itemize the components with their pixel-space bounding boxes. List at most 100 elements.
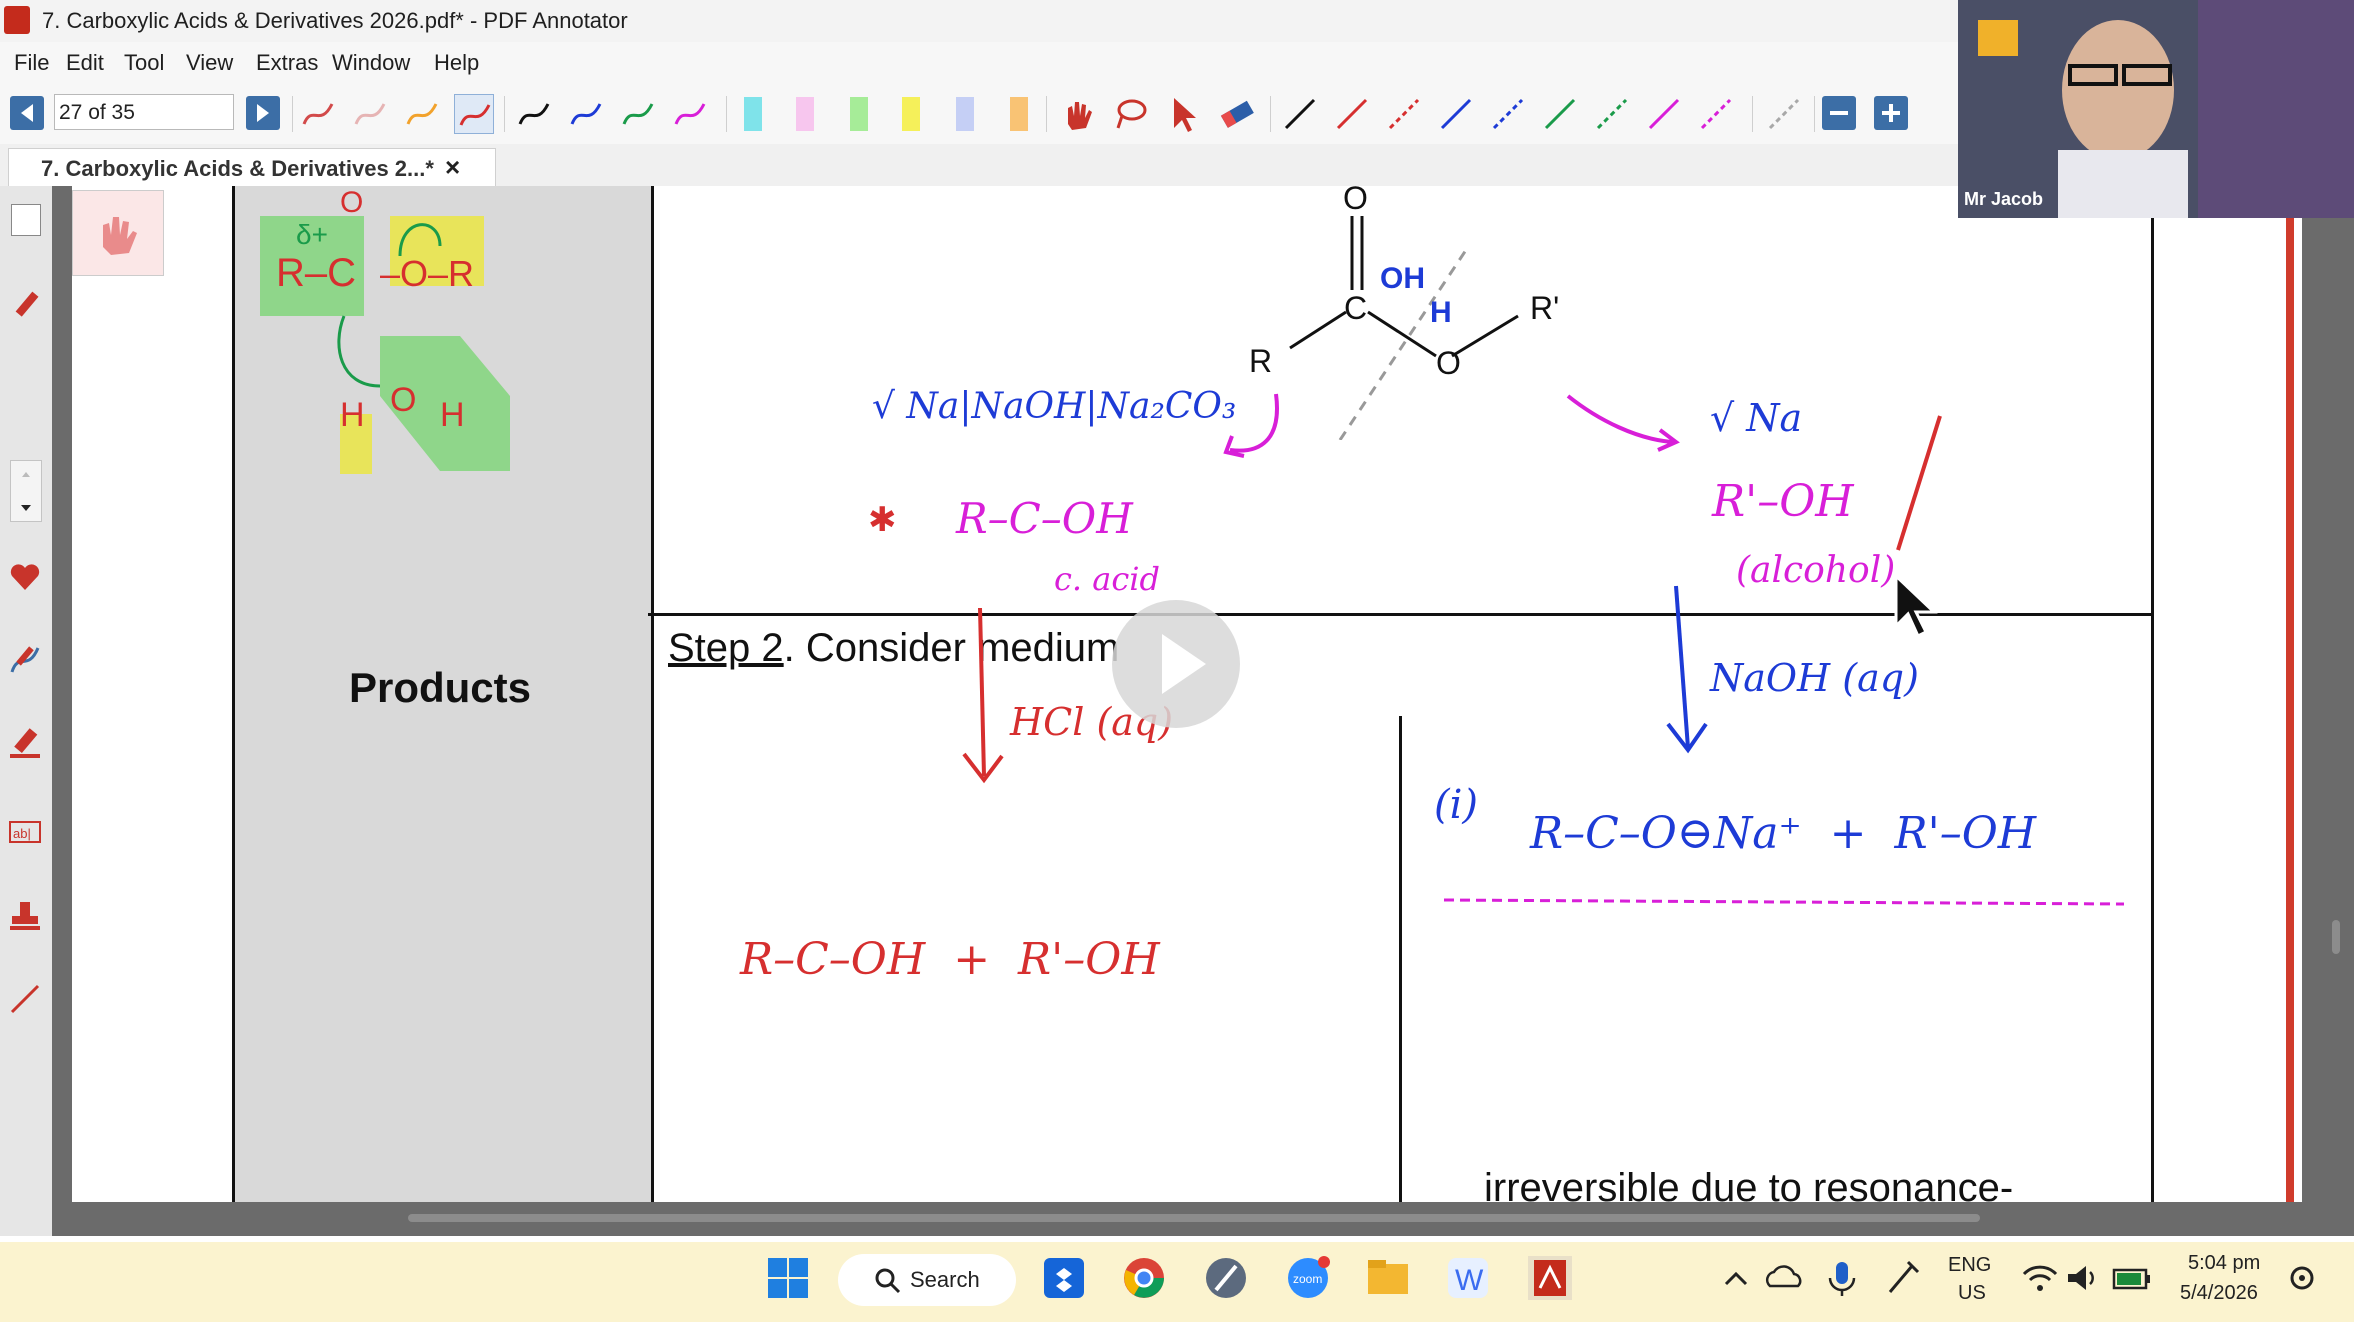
minus-icon [1830, 111, 1848, 115]
line-magenta-icon[interactable] [1644, 94, 1684, 134]
windows-start-icon[interactable] [764, 1254, 812, 1302]
acid-products-annotation: R–C–OH + R'–OH [740, 934, 1160, 985]
menu-view[interactable]: View [186, 50, 233, 76]
webcam-overlay: Mr Jacob [1958, 0, 2354, 218]
text-box-icon[interactable]: ab| [8, 814, 42, 848]
pen-orange-icon[interactable] [402, 94, 442, 134]
highlighter-yellow-icon[interactable] [902, 97, 920, 131]
line-green-dashed-icon[interactable] [1592, 94, 1632, 134]
previous-page-button[interactable] [10, 96, 44, 130]
menu-file[interactable]: File [14, 50, 49, 76]
volume-icon[interactable] [2060, 1254, 2108, 1302]
onedrive-icon[interactable] [1760, 1254, 1808, 1302]
menu-help[interactable]: Help [434, 50, 479, 76]
svg-text:O: O [390, 381, 416, 419]
clock-time[interactable]: 5:04 pm [2188, 1252, 2260, 1275]
webcam-video [1958, 0, 2354, 218]
stamp-icon[interactable] [8, 898, 42, 932]
hand-tool-icon[interactable] [1058, 94, 1098, 134]
chrome-icon[interactable] [1120, 1254, 1168, 1302]
menu-edit[interactable]: Edit [66, 50, 104, 76]
ester-carbon: C [1344, 290, 1368, 326]
lasso-icon[interactable] [1110, 94, 1150, 134]
feather-app-icon[interactable] [1202, 1254, 1250, 1302]
participant-name: Mr Jacob [1964, 189, 2044, 209]
mouse-cursor-icon [1894, 574, 1938, 639]
chevron-up-icon[interactable] [1712, 1254, 1760, 1302]
svg-text:H: H [340, 396, 365, 434]
highlighter-orange-icon[interactable] [1010, 97, 1028, 131]
menu-window[interactable]: Window [332, 50, 410, 76]
pen-menu-icon[interactable] [1878, 1254, 1926, 1302]
battery-icon[interactable] [2108, 1254, 2156, 1302]
pdf-annotator-taskbar-icon[interactable] [1526, 1254, 1574, 1302]
windows-taskbar: Search zoom W ENG US 5:04 pm 5/4/2026 [0, 1242, 2354, 1322]
zoom-out-button[interactable] [1822, 96, 1856, 130]
pen-green-icon[interactable] [618, 94, 658, 134]
page-number-field[interactable]: 27 of 35 [54, 94, 234, 130]
pen-magenta-icon[interactable] [670, 94, 710, 134]
word-app-icon[interactable]: W [1444, 1254, 1492, 1302]
arrow-line-icon[interactable] [8, 982, 42, 1016]
line-green-icon[interactable] [1540, 94, 1580, 134]
pencil-icon[interactable] [8, 288, 42, 322]
pen-light-icon[interactable] [350, 94, 390, 134]
window-title: 7. Carboxylic Acids & Derivatives 2026.p… [42, 8, 628, 33]
toolbar-divider [1814, 96, 1815, 132]
highlighter-lavender-icon[interactable] [956, 97, 974, 131]
video-play-button[interactable] [1112, 600, 1240, 728]
page-thumbnail[interactable] [72, 190, 164, 276]
heart-icon[interactable] [8, 560, 42, 594]
pen-blue-icon[interactable] [566, 94, 606, 134]
language-indicator-top[interactable]: ENG [1948, 1254, 1991, 1277]
menu-tool[interactable]: Tool [124, 50, 164, 76]
highlighter-green-icon[interactable] [850, 97, 868, 131]
eraser-icon[interactable] [1216, 94, 1256, 134]
wifi-icon[interactable] [2016, 1254, 2064, 1302]
left-tool-strip: ab| [0, 186, 52, 1236]
language-indicator-bottom[interactable]: US [1958, 1282, 1986, 1305]
svg-text:W: W [1455, 1264, 1484, 1297]
line-grey-dashed-icon[interactable] [1764, 94, 1804, 134]
toolbar-divider [292, 96, 293, 132]
notifications-gear-icon[interactable] [2278, 1254, 2326, 1302]
line-blue-icon[interactable] [1436, 94, 1476, 134]
microphone-icon[interactable] [1818, 1254, 1866, 1302]
pen-red-selected-icon[interactable] [454, 94, 494, 134]
pen-black-icon[interactable] [514, 94, 554, 134]
h-annotation: H [1430, 296, 1452, 329]
dropbox-icon[interactable] [1040, 1254, 1088, 1302]
zoom-icon[interactable]: zoom [1284, 1254, 1332, 1302]
horizontal-scrollbar[interactable] [408, 1214, 1980, 1222]
mechanism-sketch: R–C –O–R O δ+ H O H [260, 186, 510, 474]
marker-icon[interactable] [8, 726, 42, 760]
menu-extras[interactable]: Extras [256, 50, 318, 76]
side-scroll-control[interactable] [10, 460, 42, 522]
line-blue-dashed-icon[interactable] [1488, 94, 1528, 134]
annotation-strokes [962, 393, 2125, 906]
clock-date[interactable]: 5/4/2026 [2180, 1282, 2258, 1305]
svg-text:H: H [440, 396, 465, 434]
taskbar-search[interactable]: Search [838, 1254, 1016, 1306]
line-red-icon[interactable] [1332, 94, 1372, 134]
highlighter-cyan-icon[interactable] [744, 97, 762, 131]
svg-text:O: O [340, 186, 363, 219]
highlighter-pink-icon[interactable] [796, 97, 814, 131]
line-black-icon[interactable] [1280, 94, 1320, 134]
zoom-in-button[interactable] [1874, 96, 1908, 130]
next-page-button[interactable] [246, 96, 280, 130]
pointer-tool-icon[interactable] [1164, 94, 1204, 134]
file-explorer-icon[interactable] [1364, 1254, 1412, 1302]
vertical-scrollbar[interactable] [2332, 920, 2340, 954]
line-red-dashed-icon[interactable] [1384, 94, 1424, 134]
close-tab-icon[interactable]: × [445, 152, 460, 183]
search-label: Search [910, 1267, 980, 1292]
svg-text:δ+: δ+ [296, 219, 328, 250]
document-tab[interactable]: 7. Carboxylic Acids & Derivatives 2...* … [8, 148, 496, 187]
toolbar-divider [1752, 96, 1753, 132]
blank-page-icon[interactable] [11, 204, 41, 236]
line-magenta-dashed-icon[interactable] [1696, 94, 1736, 134]
pen-red-icon[interactable] [298, 94, 338, 134]
curve-pen-icon[interactable] [8, 642, 42, 676]
ester-r-group: R [1249, 343, 1273, 379]
